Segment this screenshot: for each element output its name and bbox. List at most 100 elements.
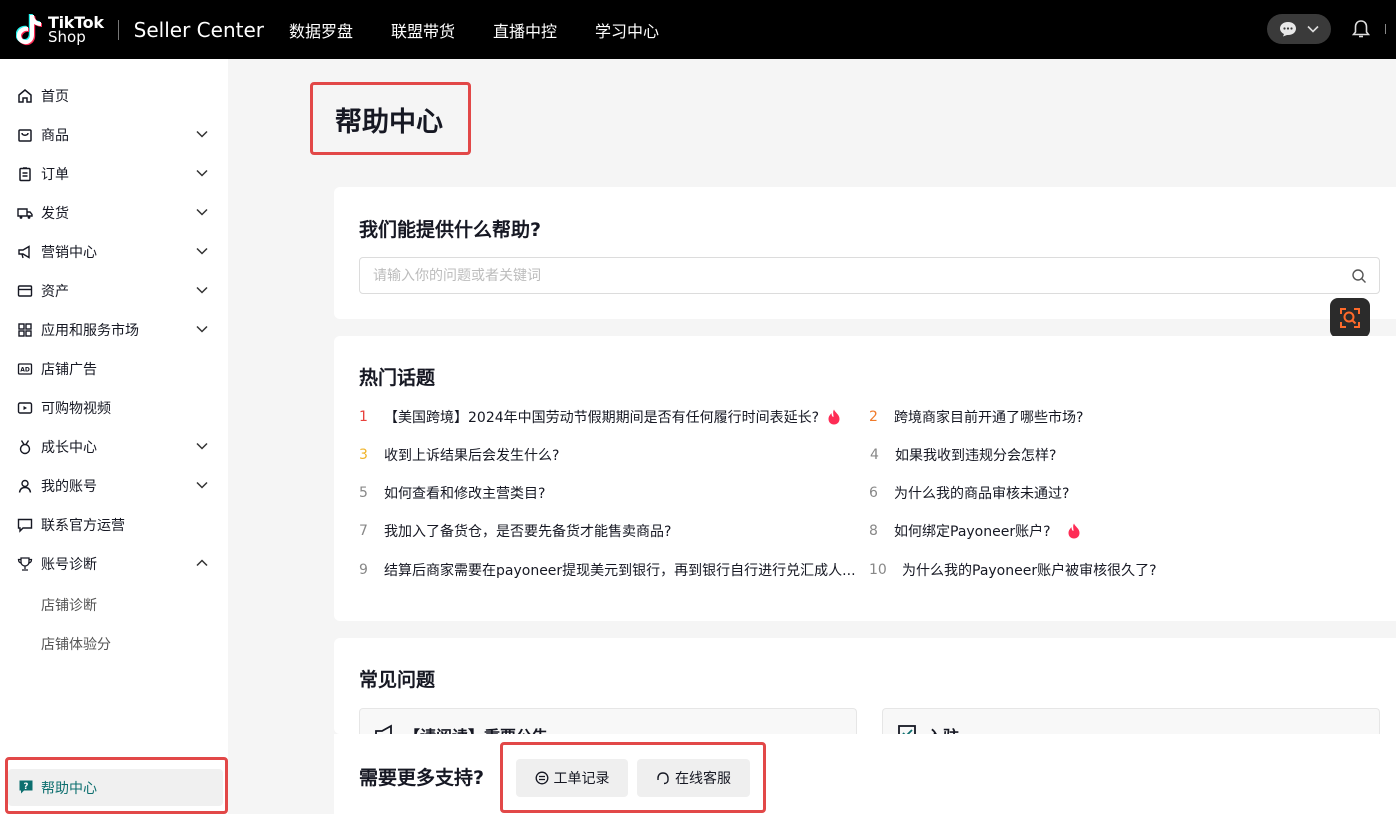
notification-bell[interactable] [1347, 14, 1375, 44]
sidebar-item-my-account[interactable]: 我的账号 [0, 466, 228, 505]
highlight-box-support-buttons [500, 742, 766, 813]
topic-text: 如果我收到违规分会怎样? [895, 448, 1057, 464]
support-strip [334, 734, 1396, 814]
apps-icon [17, 322, 33, 338]
search-card-title: 我们能提供什么帮助? [359, 219, 542, 241]
hot-topic-item[interactable]: 8 如何绑定Payoneer账户? [869, 521, 1081, 541]
topic-rank: 8 [869, 523, 878, 539]
megaphone-icon [17, 244, 33, 260]
hot-fire-icon [1068, 523, 1080, 539]
logo-text-shop: Shop [48, 27, 86, 46]
topbar-divider [1385, 24, 1386, 34]
truck-icon [17, 205, 33, 221]
sidebar-item-shipping[interactable]: 发货 [0, 193, 228, 232]
sidebar-subitem-label: 店铺诊断 [41, 597, 97, 614]
scan-search-button[interactable] [1330, 298, 1370, 338]
sidebar: 首页 商品 订单 发货 营销中心 资产 应用和服务市场 AD 店铺广告 可购物视… [0, 59, 228, 814]
sidebar-item-label: 订单 [41, 166, 69, 183]
highlight-box-help-center [5, 757, 228, 814]
trophy-icon [17, 556, 33, 572]
topic-text: 为什么我的商品审核未通过? [894, 486, 1070, 502]
hot-topic-item[interactable]: 4 如果我收到违规分会怎样? [870, 445, 1056, 465]
hot-topic-item[interactable]: 5 如何查看和修改主营类目? [359, 483, 545, 503]
search-icon[interactable] [1351, 268, 1367, 284]
sidebar-item-products[interactable]: 商品 [0, 115, 228, 154]
topic-text: 为什么我的Payoneer账户被审核很久了? [902, 563, 1157, 579]
topic-text: 结算后商家需要在payoneer提现美元到银行，再到银行自行进行兑汇成人... [384, 563, 856, 579]
tiktok-logo-icon [15, 13, 43, 47]
video-icon [17, 400, 33, 416]
top-nav: 数据罗盘 联盟带货 直播中控 学习中心 [289, 18, 697, 42]
sidebar-item-label: 应用和服务市场 [41, 322, 139, 339]
user-icon [17, 478, 33, 494]
hot-topic-item[interactable]: 6 为什么我的商品审核未通过? [869, 483, 1069, 503]
hot-topic-item[interactable]: 1 【美国跨境】2024年中国劳动节假期期间是否有任何履行时间表延长? [359, 407, 841, 427]
sidebar-item-label: 资产 [41, 283, 69, 300]
svg-text:AD: AD [20, 367, 30, 374]
more-support-title: 需要更多支持? [359, 767, 485, 789]
message-icon [1280, 22, 1296, 37]
chevron-down-icon [196, 130, 208, 138]
topic-rank: 6 [869, 485, 878, 501]
topic-rank: 5 [359, 485, 368, 501]
topic-text: 【美国跨境】2024年中国劳动节假期期间是否有任何履行时间表延长? [384, 410, 820, 426]
sidebar-item-growth-center[interactable]: 成长中心 [0, 427, 228, 466]
sidebar-item-account-diagnosis[interactable]: 账号诊断 [0, 544, 228, 583]
sidebar-subitem-shop-experience[interactable]: 店铺体验分 [0, 624, 228, 663]
top-nav-live-control[interactable]: 直播中控 [493, 18, 557, 42]
product-name: Seller Center [133, 17, 264, 42]
sidebar-item-app-market[interactable]: 应用和服务市场 [0, 310, 228, 349]
sidebar-item-label: 店铺广告 [41, 361, 97, 378]
chevron-down-icon [196, 247, 208, 255]
search-box [359, 257, 1380, 294]
clipboard-icon [17, 166, 33, 182]
topic-rank: 3 [359, 447, 368, 463]
search-card: 我们能提供什么帮助? [334, 187, 1396, 319]
sidebar-item-assets[interactable]: 资产 [0, 271, 228, 310]
hot-topic-item[interactable]: 10 为什么我的Payoneer账户被审核很久了? [869, 560, 1157, 580]
top-bar: TikTok Shop Seller Center 数据罗盘 联盟带货 直播中控… [0, 0, 1396, 59]
chevron-down-icon [196, 169, 208, 177]
top-nav-learning-center[interactable]: 学习中心 [595, 18, 659, 42]
hot-topic-item[interactable]: 9 结算后商家需要在payoneer提现美元到银行，再到银行自行进行兑汇成人..… [359, 560, 864, 580]
sidebar-item-marketing[interactable]: 营销中心 [0, 232, 228, 271]
sidebar-item-shoppable-video[interactable]: 可购物视频 [0, 388, 228, 427]
sidebar-item-label: 发货 [41, 205, 69, 222]
search-input[interactable] [360, 258, 1330, 293]
topic-text: 如何查看和修改主营类目? [384, 486, 546, 502]
hot-topic-item[interactable]: 7 我加入了备货仓，是否要先备货才能售卖商品? [359, 521, 671, 541]
home-icon [17, 88, 33, 104]
medal-icon [17, 439, 33, 455]
faq-card: 常见问题 【请阅读】重要公告 入驻 [334, 638, 1396, 738]
sidebar-subitem-label: 店铺体验分 [41, 636, 111, 653]
message-dropdown[interactable] [1267, 14, 1331, 44]
chevron-down-icon [196, 208, 208, 216]
hot-topic-item[interactable]: 2 跨境商家目前开通了哪些市场? [869, 407, 1083, 427]
chevron-down-icon [196, 481, 208, 489]
chevron-down-icon [196, 325, 208, 333]
chevron-up-icon [196, 559, 208, 567]
logo-divider [117, 19, 119, 40]
sidebar-item-contact-ops[interactable]: 联系官方运营 [0, 505, 228, 544]
top-nav-affiliate[interactable]: 联盟带货 [391, 18, 455, 42]
topic-rank: 4 [870, 447, 879, 463]
sidebar-item-shop-ads[interactable]: AD 店铺广告 [0, 349, 228, 388]
topic-rank: 2 [869, 409, 878, 425]
faq-title: 常见问题 [359, 669, 436, 691]
topic-text: 跨境商家目前开通了哪些市场? [894, 410, 1084, 426]
wallet-icon [17, 283, 33, 299]
sidebar-item-home[interactable]: 首页 [0, 76, 228, 115]
topic-rank: 1 [359, 409, 368, 425]
sidebar-subitem-shop-diagnosis[interactable]: 店铺诊断 [0, 585, 228, 624]
tiktok-shop-logo[interactable]: TikTok Shop [15, 13, 104, 47]
sidebar-item-label: 营销中心 [41, 244, 97, 261]
hot-topic-item[interactable]: 3 收到上诉结果后会发生什么? [359, 445, 559, 465]
topic-text: 如何绑定Payoneer账户? [894, 524, 1051, 540]
top-nav-data-compass[interactable]: 数据罗盘 [289, 18, 353, 42]
ad-icon: AD [17, 361, 33, 377]
sidebar-item-label: 成长中心 [41, 439, 97, 456]
sidebar-item-orders[interactable]: 订单 [0, 154, 228, 193]
chevron-down-icon [1307, 25, 1319, 33]
sidebar-item-label: 首页 [41, 88, 69, 105]
topic-rank: 9 [359, 562, 368, 578]
